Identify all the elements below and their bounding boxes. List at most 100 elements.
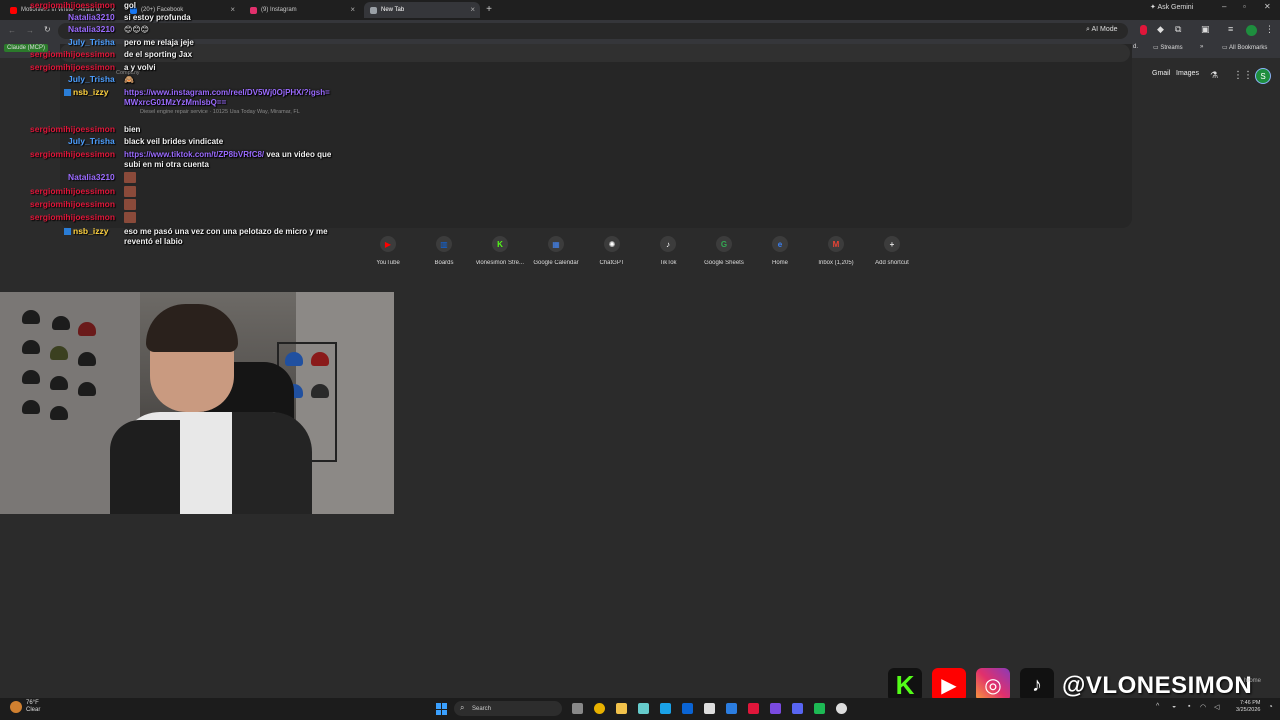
shortcut-label: TikTok — [659, 260, 677, 266]
profile-avatar[interactable]: S — [1255, 68, 1271, 84]
shortcut-1[interactable]: ▥ Boards — [416, 236, 472, 266]
weather-temp: 76°F — [26, 700, 39, 706]
ai-mode-button[interactable]: ⌕ AI Mode — [1086, 26, 1118, 34]
gmail-link[interactable]: Gmail — [1152, 70, 1170, 77]
shortcut-5[interactable]: ♪ TikTok — [640, 236, 696, 266]
reading-list-icon[interactable]: ≡ — [1228, 24, 1233, 34]
shortcut-label: YouTube — [376, 260, 400, 266]
tab-3[interactable]: New Tab × — [364, 2, 480, 18]
wifi-icon[interactable]: ◠ — [1200, 703, 1206, 711]
extension-red-icon[interactable] — [1140, 25, 1147, 35]
forward-icon[interactable]: → — [26, 26, 34, 35]
close-window-icon[interactable]: ✕ — [1264, 2, 1271, 11]
maximize-icon[interactable]: ▫ — [1243, 2, 1246, 11]
chat-username: sergiomihijoessimon — [30, 49, 115, 59]
shortcut-9[interactable]: + Add shortcut — [864, 236, 920, 266]
store-icon[interactable] — [704, 703, 715, 714]
chat-username: sergiomihijoessimon — [30, 149, 115, 159]
shortcut-6[interactable]: G Google Sheets — [696, 236, 752, 266]
bookmark-streams[interactable]: ▭ Streams — [1153, 44, 1183, 51]
chat-badge-icon — [64, 89, 71, 97]
chat-username: sergiomihijoessimon — [30, 124, 115, 134]
shortcut-icon: + — [884, 236, 900, 252]
spotify-icon[interactable] — [814, 703, 825, 714]
ask-gemini-button[interactable]: ✦ Ask Gemini — [1150, 3, 1193, 11]
file-explorer-icon[interactable] — [616, 703, 627, 714]
obs-icon[interactable] — [836, 703, 847, 714]
tiktok-icon: ♪ — [1020, 668, 1054, 702]
chat-username: July_Trisha — [68, 136, 115, 146]
chat-username-text: sergiomihijoessimon — [30, 149, 116, 159]
chat-username-text: Natalia3210 — [68, 12, 115, 22]
menu-kebab-icon[interactable]: ⋮ — [1265, 24, 1274, 35]
profile-avatar-small[interactable] — [1246, 25, 1257, 36]
notification-bell-icon[interactable]: ◔ — [1268, 702, 1273, 711]
shortcut-2[interactable]: Kvlonesimon Stre... — [472, 236, 528, 266]
discord-icon[interactable] — [792, 703, 803, 714]
outlook-icon[interactable] — [682, 703, 693, 714]
reload-icon[interactable]: ↻ — [44, 25, 51, 34]
bookmark-truncated[interactable]: d. — [1133, 44, 1138, 50]
chat-text: si estoy profunda — [124, 13, 191, 22]
jacket-left — [110, 420, 180, 514]
streamer-handle: @VLONESIMON — [1062, 672, 1253, 699]
volume-icon[interactable]: ◁ — [1214, 703, 1219, 711]
shortcut-0[interactable]: ▶ YouTube — [360, 236, 416, 266]
chat-emote-image — [124, 212, 136, 223]
labs-flask-icon[interactable]: ⚗ — [1210, 70, 1218, 81]
chat-text: 😊😊😊 — [124, 25, 150, 34]
chat-username: sergiomihijoessimon — [30, 0, 115, 10]
shortcut-3[interactable]: ▦ Google Calendar — [528, 236, 584, 266]
weather-widget[interactable]: 76°F Clear — [26, 700, 40, 714]
chat-username-text: sergiomihijoessimon — [30, 0, 116, 10]
chat-username: July_Trisha — [68, 37, 115, 47]
taskbar-search[interactable]: ⌕ Search — [454, 701, 562, 716]
chat-link[interactable]: https://www.instagram.com/reel/DV5Wj0OjP… — [124, 88, 330, 107]
new-tab-button[interactable]: + — [484, 4, 494, 15]
app-red-icon[interactable] — [748, 703, 759, 714]
chat-username-text: nsb_izzy — [73, 226, 109, 236]
tray-app-icon[interactable]: ◒ — [1172, 703, 1176, 710]
shortcut-4[interactable]: ✺ ChatGPT — [584, 236, 640, 266]
google-apps-icon[interactable]: ⋮⋮ — [1233, 70, 1253, 81]
shortcut-icon: K — [492, 236, 508, 252]
edge-icon[interactable] — [660, 703, 671, 714]
split-view-icon[interactable]: ▣ — [1201, 24, 1210, 35]
chat-link[interactable]: https://www.tiktok.com/t/ZP8bVRfC8/ — [124, 150, 264, 159]
app-purple-icon[interactable] — [770, 703, 781, 714]
ask-gemini-label: Ask Gemini — [1157, 4, 1194, 11]
tab-close-icon[interactable]: × — [470, 5, 475, 14]
clock-time: 7:46 PM — [1239, 700, 1261, 706]
chat-text: black veil brides vindicate — [124, 137, 224, 146]
bookmarks-overflow[interactable]: » — [1200, 44, 1203, 50]
chat-text: 🙈 — [124, 75, 134, 84]
extensions-puzzle-icon[interactable]: ⧉ — [1175, 24, 1181, 35]
back-icon[interactable]: ← — [8, 26, 16, 35]
weather-icon[interactable] — [10, 701, 22, 713]
minimize-icon[interactable]: – — [1222, 2, 1226, 11]
images-link[interactable]: Images — [1176, 70, 1199, 77]
copilot-icon[interactable] — [638, 703, 649, 714]
chat-username: sergiomihijoessimon — [30, 62, 115, 72]
streamer-hair — [146, 304, 238, 352]
start-windows-icon[interactable] — [436, 703, 448, 715]
shortcut-7[interactable]: e Home — [752, 236, 808, 266]
task-view-icon[interactable] — [572, 703, 583, 714]
chat-username-text: sergiomihijoessimon — [30, 49, 116, 59]
chrome-icon[interactable] — [594, 703, 605, 714]
shortcut-label: Home — [771, 260, 788, 266]
shortcut-8[interactable]: M Inbox (1,205) — [808, 236, 864, 266]
tray-chevron-icon[interactable]: ^ — [1156, 703, 1159, 710]
all-bookmarks[interactable]: ▭ All Bookmarks — [1222, 44, 1267, 51]
shortcut-label: Google Sheets — [704, 260, 744, 266]
chat-message: 🙈 — [124, 75, 334, 85]
system-clock[interactable]: 7:46 PM 3/25/2026 — [1236, 700, 1260, 714]
background-search-suggestion: Diesel engine repair service · 10125 Usa… — [140, 109, 300, 115]
tab-close-icon[interactable]: × — [350, 5, 355, 14]
todo-icon[interactable] — [726, 703, 737, 714]
tray-extra-icon[interactable]: ▪ — [1188, 703, 1190, 710]
chat-message: a y volvi — [124, 63, 334, 73]
extension-diamond-icon[interactable]: ◆ — [1157, 24, 1164, 35]
clock-date: 3/25/2026 — [1236, 707, 1261, 713]
shortcut-icon: M — [828, 236, 844, 252]
